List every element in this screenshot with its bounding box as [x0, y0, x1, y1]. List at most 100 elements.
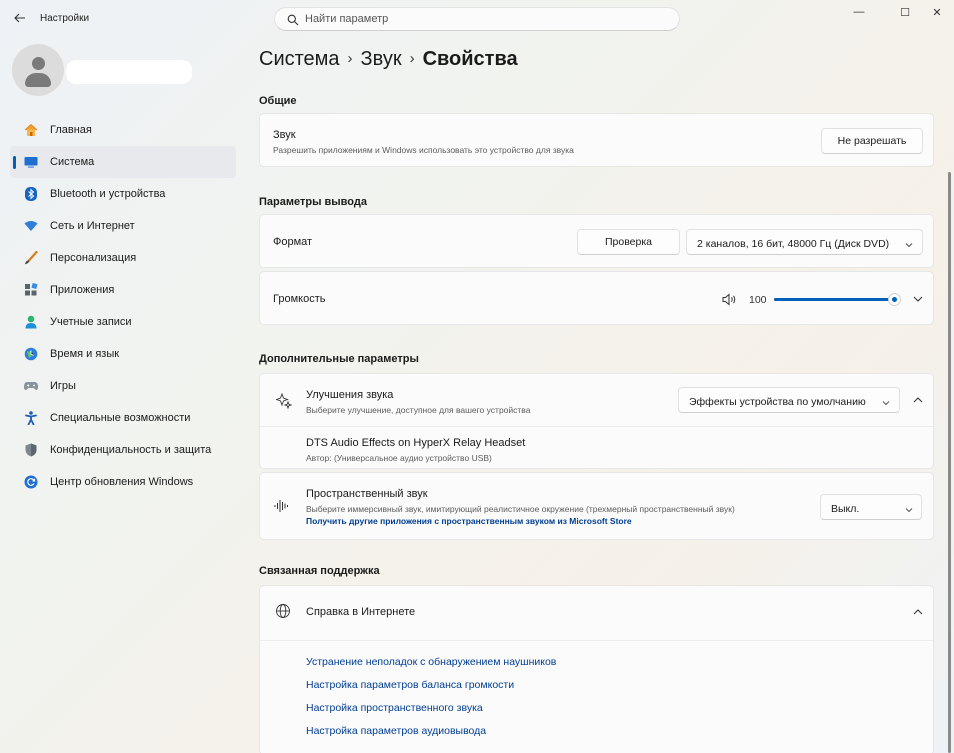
- section-title-general: Общие: [259, 95, 297, 107]
- accessibility-icon: [24, 411, 38, 425]
- chevron-up-icon: [913, 397, 923, 403]
- brush-icon: [24, 251, 38, 265]
- test-button[interactable]: Проверка: [577, 229, 680, 255]
- format-value: 2 каналов, 16 бит, 48000 Гц (Диск DVD): [697, 238, 890, 250]
- sound-title: Звук: [273, 129, 296, 141]
- sidebar-item-personalization[interactable]: Персонализация: [10, 242, 236, 274]
- sound-allow-card: Звук Разрешить приложениям и Windows исп…: [259, 113, 934, 167]
- gamepad-icon: [24, 379, 38, 393]
- sidebar-item-system[interactable]: Система: [10, 146, 236, 178]
- help-link-volume-balance[interactable]: Настройка параметров баланса громкости: [306, 679, 514, 691]
- home-icon: [24, 123, 38, 137]
- spatial-dropdown[interactable]: Выкл.: [820, 494, 922, 520]
- back-button[interactable]: [14, 12, 30, 26]
- sidebar-item-label: Персонализация: [50, 252, 137, 264]
- breadcrumb-sound[interactable]: Звук: [361, 48, 402, 70]
- divider: [260, 640, 933, 641]
- sidebar-item-label: Конфиденциальность и защита: [50, 444, 212, 456]
- divider: [260, 426, 933, 427]
- breadcrumb-separator: ›: [409, 50, 415, 67]
- sidebar-item-gaming[interactable]: Игры: [10, 370, 236, 402]
- web-help-collapse-button[interactable]: [910, 604, 926, 620]
- enhancements-collapse-button[interactable]: [910, 392, 926, 408]
- enhancements-description: Выберите улучшение, доступное для вашего…: [306, 405, 531, 415]
- volume-value: 100: [749, 294, 767, 306]
- help-link-spatial-sound[interactable]: Настройка пространственного звука: [306, 702, 483, 714]
- sidebar-item-label: Время и язык: [50, 348, 120, 360]
- spatial-title: Пространственный звук: [306, 488, 428, 500]
- account-icon: [24, 315, 38, 329]
- spatial-audio-icon: [274, 498, 290, 517]
- volume-slider-fill: [774, 298, 894, 301]
- volume-slider-thumb[interactable]: [888, 293, 901, 306]
- enhancements-title: Улучшения звука: [306, 389, 394, 401]
- format-dropdown[interactable]: 2 каналов, 16 бит, 48000 Гц (Диск DVD): [686, 229, 923, 255]
- effect-author: Автор: (Универсальное аудио устройство U…: [306, 453, 492, 463]
- page-title: Свойства: [422, 48, 518, 70]
- time-language-icon: [24, 347, 38, 361]
- chevron-down-icon: [905, 239, 913, 251]
- sound-description: Разрешить приложениям и Windows использо…: [273, 145, 574, 155]
- effect-name: DTS Audio Effects on HyperX Relay Headse…: [306, 437, 526, 449]
- title-bar: Настройки — ☐ ✕: [0, 0, 954, 40]
- search-icon: [287, 14, 299, 26]
- globe-icon: [275, 603, 291, 622]
- volume-card: Громкость 100: [259, 271, 934, 325]
- section-title-output: Параметры вывода: [259, 196, 367, 208]
- web-help-card: Справка в Интернете Устранение неполадок…: [259, 585, 934, 753]
- shield-icon: [24, 443, 38, 457]
- sidebar-item-time-language[interactable]: Время и язык: [10, 338, 236, 370]
- sidebar-item-accessibility[interactable]: Специальные возможности: [10, 402, 236, 434]
- chevron-down-icon: [913, 296, 923, 302]
- breadcrumb-system[interactable]: Система: [259, 48, 340, 70]
- enhancements-value: Эффекты устройства по умолчанию: [689, 396, 866, 408]
- spatial-sound-card: Пространственный звук Выберите иммерсивн…: [259, 472, 934, 540]
- chevron-up-icon: [913, 609, 923, 615]
- store-link[interactable]: Получить другие приложения с пространств…: [306, 516, 632, 526]
- close-button[interactable]: ✕: [926, 6, 948, 20]
- search-input[interactable]: [305, 11, 665, 27]
- chevron-down-icon: [882, 397, 890, 409]
- enhancements-dropdown[interactable]: Эффекты устройства по умолчанию: [678, 387, 900, 413]
- section-title-support: Связанная поддержка: [259, 565, 380, 577]
- sidebar-item-apps[interactable]: Приложения: [10, 274, 236, 306]
- enhancements-card: Улучшения звука Выберите улучшение, дост…: [259, 373, 934, 469]
- minimize-button[interactable]: —: [848, 6, 870, 20]
- sidebar-item-label: Центр обновления Windows: [50, 476, 194, 488]
- windows-update-icon: [24, 475, 38, 489]
- app-title: Настройки: [40, 13, 90, 24]
- sidebar-item-privacy[interactable]: Конфиденциальность и защита: [10, 434, 236, 466]
- sparkle-icon: [275, 392, 293, 412]
- sidebar-item-home[interactable]: Главная: [10, 114, 236, 146]
- web-help-title: Справка в Интернете: [306, 606, 416, 618]
- help-link-headphones[interactable]: Устранение неполадок с обнаружением науш…: [306, 656, 556, 668]
- help-link-audio-output[interactable]: Настройка параметров аудиовывода: [306, 725, 486, 737]
- sidebar-item-windows-update[interactable]: Центр обновления Windows: [10, 466, 236, 498]
- sidebar-item-label: Специальные возможности: [50, 412, 191, 424]
- volume-title: Громкость: [273, 293, 326, 305]
- bluetooth-icon: [24, 187, 38, 201]
- sidebar-item-label: Приложения: [50, 284, 115, 296]
- sidebar-item-bluetooth[interactable]: Bluetooth и устройства: [10, 178, 236, 210]
- disallow-button[interactable]: Не разрешать: [821, 128, 923, 154]
- spatial-description: Выберите иммерсивный звук, имитирующий р…: [306, 504, 735, 514]
- apps-icon: [24, 283, 38, 297]
- search-box[interactable]: [274, 7, 680, 31]
- profile-name-redacted: [66, 60, 192, 84]
- arrow-left-icon: [14, 13, 25, 23]
- sidebar-item-network[interactable]: Сеть и Интернет: [10, 210, 236, 242]
- breadcrumb: Система › Звук › Свойства: [259, 48, 518, 71]
- avatar[interactable]: [12, 44, 64, 96]
- format-title: Формат: [273, 236, 313, 248]
- volume-slider[interactable]: [774, 293, 901, 306]
- sidebar-item-label: Сеть и Интернет: [50, 220, 135, 232]
- format-card: Формат Проверка 2 каналов, 16 бит, 48000…: [259, 214, 934, 268]
- system-icon: [24, 155, 38, 169]
- maximize-button[interactable]: ☐: [894, 6, 916, 20]
- speaker-icon: [722, 293, 738, 309]
- volume-expand-button[interactable]: [910, 291, 926, 307]
- scrollbar[interactable]: [948, 172, 951, 753]
- sidebar-nav: Главная Система Bluetooth и устройства С…: [10, 114, 236, 498]
- sidebar-item-accounts[interactable]: Учетные записи: [10, 306, 236, 338]
- sidebar-item-label: Игры: [50, 380, 76, 392]
